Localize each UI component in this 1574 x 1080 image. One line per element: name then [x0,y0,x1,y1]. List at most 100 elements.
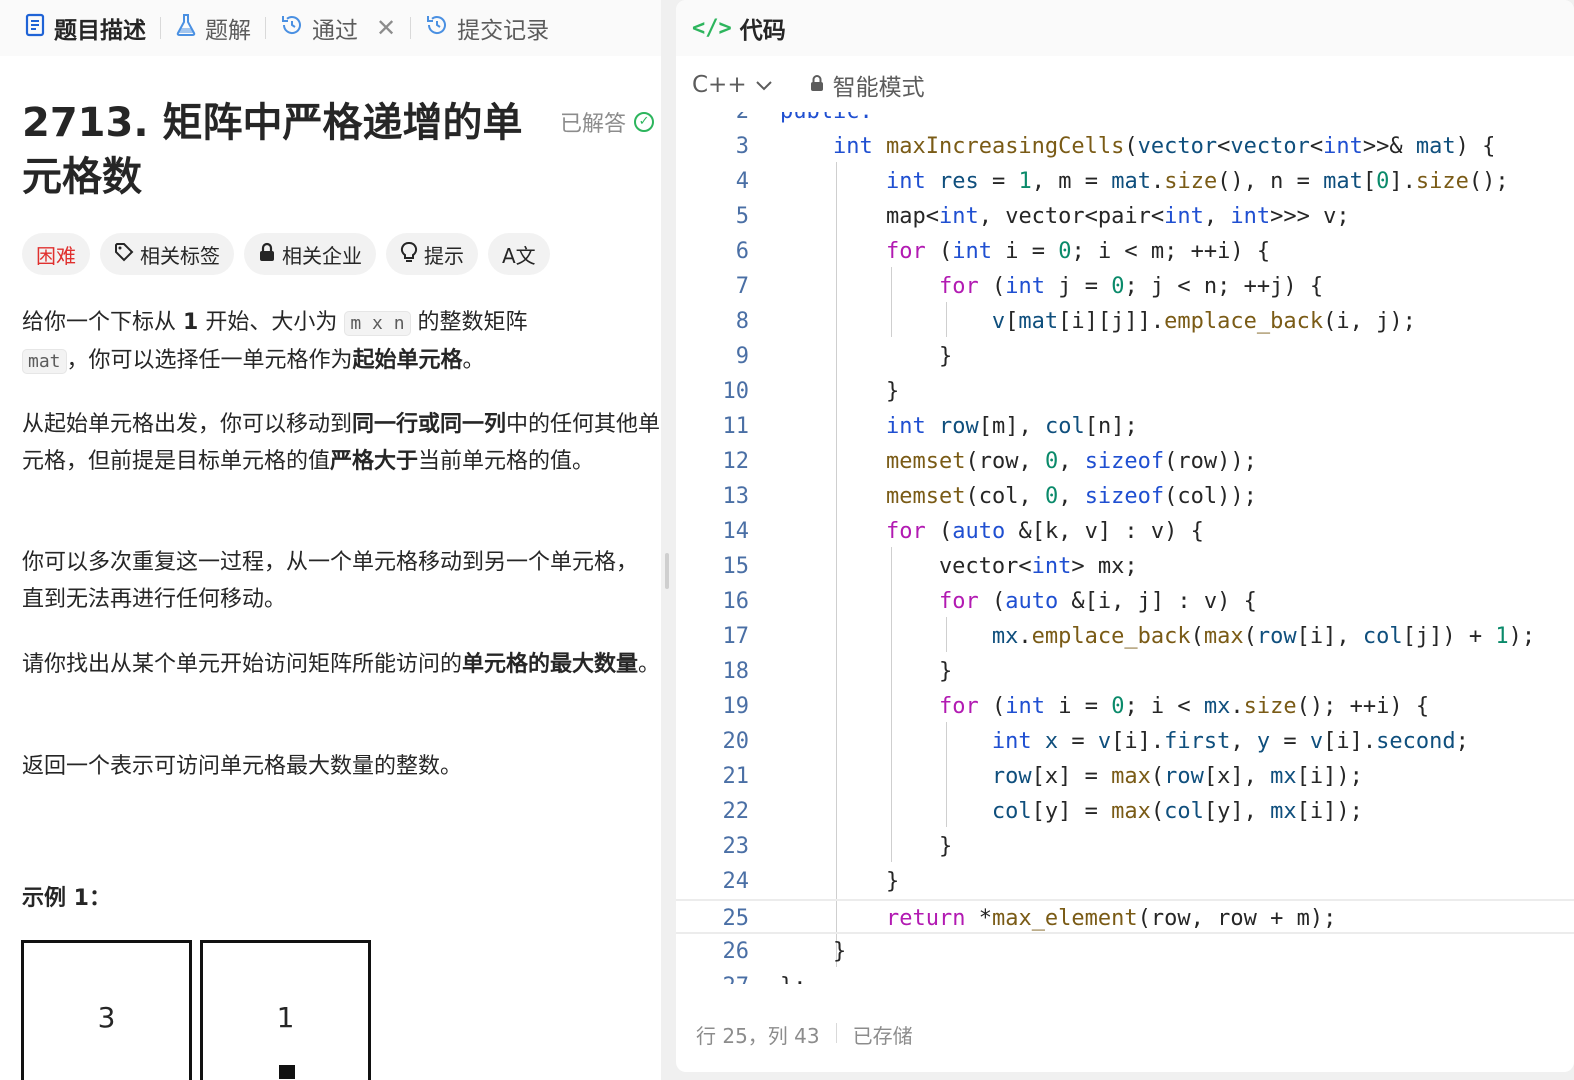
tab-separator [160,17,161,39]
code-line: 22 col[y] = max(col[y], mx[i]); [722,799,1363,824]
related-companies-label: 相关企业 [282,243,362,268]
code-line: 7 for (int j = 0; j < n; ++j) { [735,274,1324,299]
editor-statusbar: 行 25，列 43 已存储 [696,1020,913,1049]
code-line: 23 } [722,834,953,859]
tab-separator [410,17,412,39]
code-line: 11 int row[m], col[n]; [722,414,1138,439]
bold-text: 起始单元格 [352,348,463,373]
related-companies-button[interactable]: 相关企业 [244,233,376,275]
related-tags-button[interactable]: 相关标签 [100,233,234,275]
translate-label: A文 [502,243,536,268]
code-line: 10 } [722,379,900,404]
history-icon [280,13,304,43]
code-line: 2public: [676,112,1574,129]
difficulty-badge: 困难 [22,233,90,275]
code-line: 8 v[mat[i][j]].emplace_back(i, j); [735,309,1416,334]
history-icon [425,13,449,43]
description-paragraph-5: 返回一个表示可访问单元格最大数量的整数。 [22,754,463,779]
solved-status: 已解答 ✓ [560,106,655,138]
text: 给你一个下标从 [22,310,177,335]
code-line: 19 for (int i = 0; i < mx.size(); ++i) { [722,694,1430,719]
code-editor[interactable]: 2public: 3 int maxIncreasingCells(vector… [676,112,1574,984]
check-circle-icon: ✓ [634,112,655,132]
code-line: 20 int x = v[i].first, y = v[i].second; [722,729,1469,754]
description-paragraph-2: 从起始单元格出发，你可以移动到同一行或同一列中的任何其他单元格，但前提是目标单元… [22,406,661,480]
code-line: 3 int maxIncreasingCells(vector<vector<i… [735,134,1496,159]
text: 。 [638,652,661,677]
lock-icon [809,72,825,98]
code-panel-header: </> 代码 [676,0,1574,56]
bold-text: 严格大于 [330,449,419,474]
tab-solutions-label: 题解 [205,18,251,44]
tab-separator [265,17,266,39]
bold-text: 单元格的最大数量 [462,652,639,677]
description-paragraph-3: 你可以多次重复这一过程，从一个单元格移动到另一个单元格，直到无法再进行任何移动。 [22,550,639,612]
smart-mode-toggle[interactable]: 智能模式 [809,68,925,102]
code-line: 24 } [722,869,900,894]
tag-icon [114,242,134,267]
description-paragraph-1: 给你一个下标从 1 开始、大小为 m x n 的整数矩阵 mat ，你可以选择任一… [22,304,661,380]
lightbulb-icon [400,241,418,268]
hint-button[interactable]: 提示 [386,233,478,275]
tab-description-label: 题目描述 [54,18,146,44]
tab-description[interactable]: 题目描述 [16,0,154,56]
tab-accepted-label: 通过 [312,18,358,44]
arrow-mark [279,1065,295,1079]
text: ，你可以选择任一单元格作为 [66,348,353,373]
code-icon: </> [692,15,732,41]
code-line: 4 int res = 1, m = mat.size(), n = mat[0… [735,169,1509,194]
hint-label: 提示 [424,243,464,268]
code-line-current: 25 return *max_element(row, row + m); [676,899,1574,934]
language-select[interactable]: C++ [692,72,773,98]
cursor-position: 行 25，列 43 [696,1024,820,1048]
tab-solutions[interactable]: 题解 [167,0,259,56]
panel-resize-handle[interactable] [665,553,669,589]
matrix-cell: 3 [21,940,192,1080]
chevron-down-icon [755,72,773,98]
text: 的整数矩阵 [417,310,528,335]
problem-title: 2713. 矩阵中严格递增的单元格数 [22,100,523,200]
problem-tabbar: 题目描述 题解 通过 ✕ 提交记录 [0,0,661,56]
cell-value: 1 [276,1001,295,1034]
code-line: 17 mx.emplace_back(max(row[i], col[j]) +… [722,624,1536,649]
bold-text: 同一行或同一列 [352,412,507,437]
code-panel-title: 代码 [739,18,786,44]
lock-icon [258,242,276,267]
inline-code: m x n [344,311,411,336]
code-line: 16 for (auto &[i, j] : v) { [722,589,1257,614]
description-paragraph-4: 请你找出从某个单元开始访问矩阵所能访问的单元格的最大数量。 [22,646,661,683]
difficulty-label: 困难 [36,243,76,268]
tab-submissions-label: 提交记录 [457,18,550,44]
tab-submissions[interactable]: 提交记录 [417,0,557,56]
example-heading: 示例 1： [22,886,111,911]
editor-toolbar: C++ 智能模式 [692,68,925,102]
code-line: 14 for (auto &[k, v] : v) { [722,519,1204,544]
code-line: 6 for (int i = 0; i < m; ++i) { [735,239,1271,264]
smart-mode-label: 智能模式 [832,75,925,101]
solved-label: 已解答 [560,112,627,137]
problem-panel: 题目描述 题解 通过 ✕ 提交记录 2713. 矩阵中严格递增的单元格数 已解答 [0,0,661,1080]
code-line: 13 memset(col, 0, sizeof(col)); [722,484,1257,509]
tab-accepted[interactable]: 通过 ✕ [272,0,404,56]
code-line: 15 vector<int> mx; [722,554,1138,579]
problem-tags: 困难 相关标签 相关企业 提示 A文 [22,233,550,275]
bold-text: 1 [183,310,199,335]
saved-status: 已存储 [852,1024,913,1048]
text: 从起始单元格出发，你可以移动到 [22,412,353,437]
related-tags-label: 相关标签 [140,243,220,268]
code-line: 5 map<int, vector<pair<int, int>>> v; [735,204,1350,229]
close-icon[interactable]: ✕ [376,14,396,42]
flask-icon [175,13,197,43]
translate-button[interactable]: A文 [488,233,550,275]
text: 当前单元格的值。 [418,449,595,474]
language-label: C++ [692,72,747,98]
text: 请你找出从某个单元开始访问矩阵所能访问的 [22,652,463,677]
text: 。 [462,348,485,373]
matrix-cell: 1 [200,940,371,1080]
code-line: 12 memset(row, 0, sizeof(row)); [722,449,1257,474]
inline-code: mat [22,349,67,374]
code-line: 18 } [722,659,953,684]
doc-icon [24,13,46,43]
code-line: 26 } [722,939,847,964]
code-line: 21 row[x] = max(row[x], mx[i]); [722,764,1363,789]
